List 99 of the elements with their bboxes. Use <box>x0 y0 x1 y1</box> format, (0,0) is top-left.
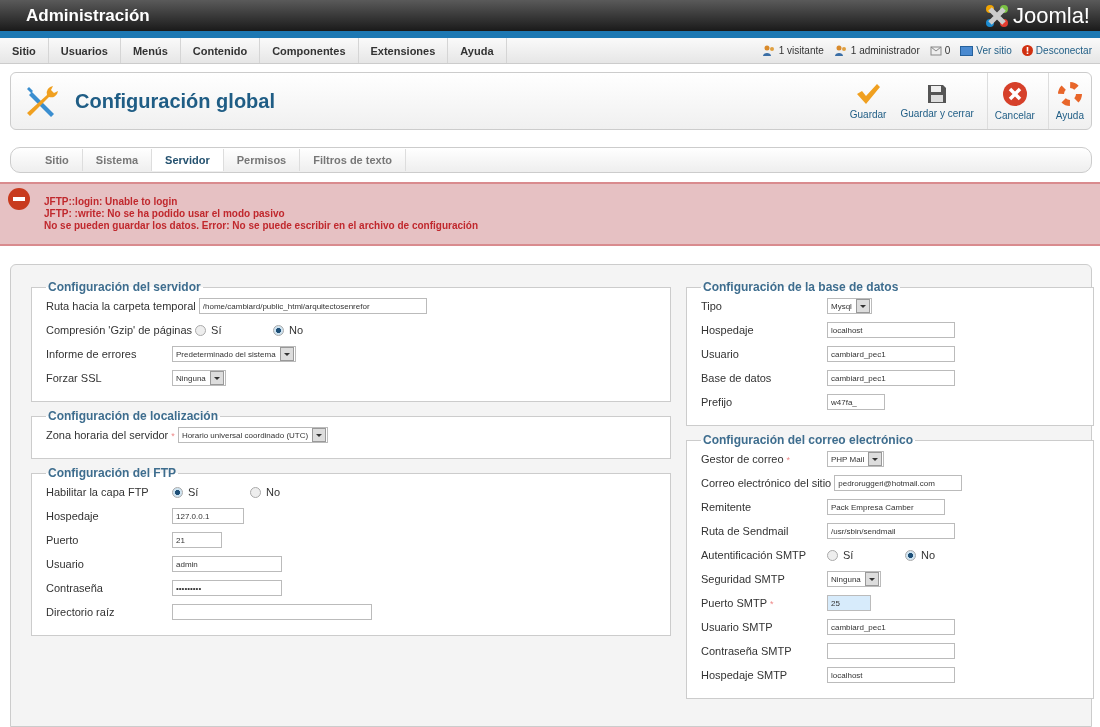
checkmark-icon <box>855 82 882 105</box>
field-label: Usuario <box>46 558 85 570</box>
menu-item[interactable]: Usuarios <box>48 38 121 63</box>
text-field[interactable]: cambiard_pec1 <box>827 619 955 635</box>
lifebuoy-icon <box>1057 81 1082 106</box>
dropdown[interactable]: Horario universal coordinado (UTC) <box>177 427 329 443</box>
text-field[interactable] <box>172 604 372 620</box>
field-label: Contraseña <box>46 582 104 594</box>
text-field[interactable]: localhost <box>827 322 955 338</box>
text-field[interactable]: /usr/sbin/sendmail <box>827 523 955 539</box>
field-label: Hospedaje <box>46 510 100 522</box>
radio-button[interactable] <box>172 486 183 498</box>
dropdown[interactable]: Ninguna <box>172 370 226 386</box>
error-text: JFTP::login: Unable to login <box>44 196 179 207</box>
field-label: Seguridad SMTP <box>701 573 786 585</box>
radio-option[interactable]: No <box>273 324 352 336</box>
field-label: Habilitar la capa FTP <box>46 486 150 498</box>
text-field[interactable]: cambiard_pec1 <box>827 370 955 386</box>
field-label: Compresión 'Gzip' de páginas <box>46 324 194 336</box>
text-field[interactable]: pedroruggeri@hotmail.com <box>834 475 963 491</box>
menu-item[interactable]: Componentes <box>260 38 359 63</box>
toolbar-button[interactable]: Cancelar <box>986 73 1042 129</box>
radio-button[interactable] <box>273 324 285 336</box>
page-title: Configuración global <box>75 89 275 113</box>
field-label: Contraseña SMTP <box>701 645 793 657</box>
field-label: Directorio raíz <box>46 606 116 618</box>
field-label: Ruta hacia la carpeta temporal <box>46 300 197 312</box>
error-text: JFTP: :write: No se ha podido usar el modo pasivo <box>44 208 286 219</box>
section-title: Configuración de la base de datos <box>702 280 900 294</box>
tab[interactable]: Filtros de texto <box>300 149 407 171</box>
logo-text: Joomla! <box>1012 2 1090 29</box>
radio-button[interactable] <box>195 324 207 336</box>
field-label: Hospedaje <box>701 324 755 336</box>
field-label: Hospedaje SMTP <box>701 669 789 681</box>
text-field[interactable]: 21 <box>172 532 222 548</box>
section-title: Configuración del FTP <box>47 466 177 480</box>
section-title: Configuración del servidor <box>47 280 202 294</box>
text-field[interactable]: 25 <box>827 595 871 611</box>
users-icon <box>761 44 776 57</box>
menu-item[interactable]: Sitio <box>0 38 49 63</box>
password-field[interactable] <box>827 643 955 659</box>
toolbar-button[interactable]: Ayuda <box>1047 73 1091 129</box>
field-label: Informe de errores <box>46 348 138 360</box>
text-field[interactable]: w47fa_ <box>827 394 885 410</box>
status-link[interactable]: Desconectar <box>1035 45 1092 56</box>
field-label: Remitente <box>701 501 753 513</box>
logo-icon <box>983 2 1010 29</box>
cancel-icon <box>1002 81 1027 106</box>
password-field[interactable]: ••••••••• <box>172 580 282 596</box>
text-field[interactable]: 127.0.0.1 <box>172 508 244 524</box>
dropdown[interactable]: Predeterminado del sistema <box>172 346 296 362</box>
dropdown[interactable]: Ninguna <box>827 571 881 587</box>
radio-option[interactable]: No <box>250 486 328 498</box>
mail-icon <box>929 45 942 56</box>
toolbar-button[interactable]: Guardar <box>842 73 894 129</box>
field-label: Base de datos <box>701 372 773 384</box>
menu-item[interactable]: Menús <box>120 38 181 63</box>
text-field[interactable]: cambiard_pec1 <box>827 346 955 362</box>
field-label: Ruta de Sendmail <box>701 525 790 537</box>
text-field[interactable]: /home/cambiard/public_html/arquitectosenrefor <box>198 298 427 314</box>
radio-button[interactable] <box>250 486 261 498</box>
field-label: Usuario SMTP <box>701 621 774 633</box>
field-label: Puerto <box>46 534 80 546</box>
field-label: Zona horaria del servidor * <box>46 429 176 441</box>
field-label: Prefijo <box>701 396 734 408</box>
field-label: Tipo <box>701 300 723 312</box>
radio-option[interactable]: Sí <box>827 549 905 561</box>
dropdown[interactable]: Mysql <box>827 298 872 314</box>
field-label: Puerto SMTP * <box>701 597 775 609</box>
menu-item[interactable]: Contenido <box>180 38 261 63</box>
field-label: Forzar SSL <box>46 372 103 384</box>
section-title: Configuración de localización <box>47 409 220 423</box>
error-icon <box>8 188 30 210</box>
menu-item[interactable]: Extensiones <box>358 38 449 63</box>
dropdown[interactable]: PHP Mail <box>827 451 885 467</box>
status-link[interactable]: Ver sitio <box>976 45 1012 56</box>
section-title: Configuración del correo electrónico <box>702 433 915 447</box>
field-label: Correo electrónico del sitio <box>701 477 833 489</box>
radio-button[interactable] <box>827 549 838 561</box>
tab[interactable]: Sitio <box>32 149 83 171</box>
alert-icon <box>1021 45 1033 56</box>
field-label: Gestor de correo * <box>701 453 792 465</box>
text-field[interactable]: localhost <box>827 667 955 683</box>
radio-option[interactable]: Sí <box>195 324 274 336</box>
text-field[interactable]: admin <box>172 556 282 572</box>
radio-button[interactable] <box>905 549 916 561</box>
menu-item[interactable]: Ayuda <box>448 38 507 63</box>
tab[interactable]: Permisos <box>223 149 301 171</box>
field-label: Autentificación SMTP <box>701 549 808 561</box>
text-field[interactable]: Pack Empresa Camber <box>827 499 945 515</box>
field-label: Usuario <box>701 348 740 360</box>
radio-option[interactable]: No <box>905 549 983 561</box>
error-text: No se pueden guardar los datos. Error: No se puede escribir en el archivo de configuración <box>44 220 478 231</box>
users-icon <box>833 44 848 57</box>
header-title: Administración <box>26 5 150 26</box>
monitor-icon <box>960 45 974 56</box>
toolbar-button[interactable]: Guardar y cerrar <box>893 73 981 129</box>
tab[interactable]: Servidor <box>152 149 224 171</box>
radio-option[interactable]: Sí <box>172 486 250 498</box>
